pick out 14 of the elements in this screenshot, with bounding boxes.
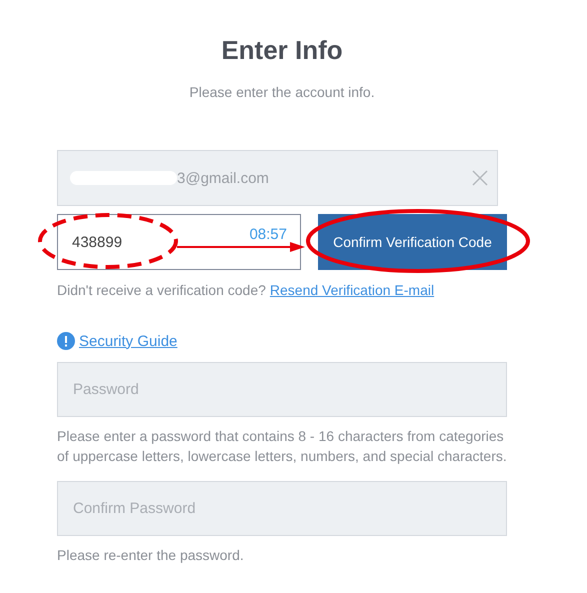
email-field[interactable]: 3@gmail.com — [57, 150, 498, 206]
info-icon — [57, 332, 75, 350]
password-field[interactable]: Confirm Password — [57, 481, 507, 536]
field-hint: Please re-enter the password. — [57, 546, 245, 565]
field-hint: Please enter a password that contains 8 - 16 characters from categories of uppercase letters, lowercase letters, numbers, and special characters. — [57, 427, 507, 466]
resend-prompt: Didn't receive a verification code? — [57, 282, 266, 298]
resend-link[interactable]: Resend Verification E-mail — [270, 282, 434, 298]
page-title: Enter Info — [220, 34, 344, 66]
confirm-code-button[interactable]: Confirm Verification Code — [318, 214, 507, 270]
page-subtitle: Please enter the account info. — [188, 84, 376, 100]
security-guide-link[interactable]: Security Guide — [79, 332, 178, 350]
clear-icon[interactable] — [472, 170, 488, 186]
password-field[interactable]: Password — [57, 362, 507, 417]
countdown-timer: 08:57 — [249, 226, 287, 243]
